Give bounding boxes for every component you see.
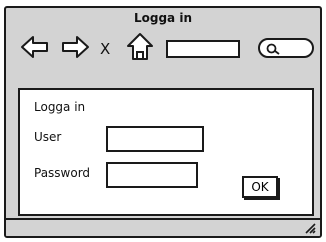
home-button[interactable] (126, 32, 154, 60)
password-label: Password (34, 166, 91, 180)
status-bar (6, 218, 320, 236)
user-input[interactable] (106, 126, 204, 152)
login-panel: Logga in User Password OK (18, 88, 314, 216)
arrow-right-icon (62, 36, 89, 58)
ok-button[interactable]: OK (242, 176, 278, 198)
user-label: User (34, 130, 62, 144)
arrow-left-icon (21, 36, 48, 58)
home-icon (127, 33, 153, 60)
search-field[interactable] (258, 38, 314, 58)
browser-window: Logga in X Logga in User Password OK (4, 6, 322, 238)
login-heading: Logga in (34, 100, 86, 114)
forward-button[interactable] (60, 34, 90, 60)
resize-grip-icon[interactable] (304, 222, 316, 234)
password-input[interactable] (106, 162, 198, 188)
address-bar[interactable] (166, 40, 240, 58)
stop-button[interactable]: X (100, 40, 110, 58)
close-icon: X (100, 40, 111, 58)
search-icon (266, 43, 280, 55)
back-button[interactable] (20, 34, 50, 60)
window-title: Logga in (133, 11, 192, 25)
